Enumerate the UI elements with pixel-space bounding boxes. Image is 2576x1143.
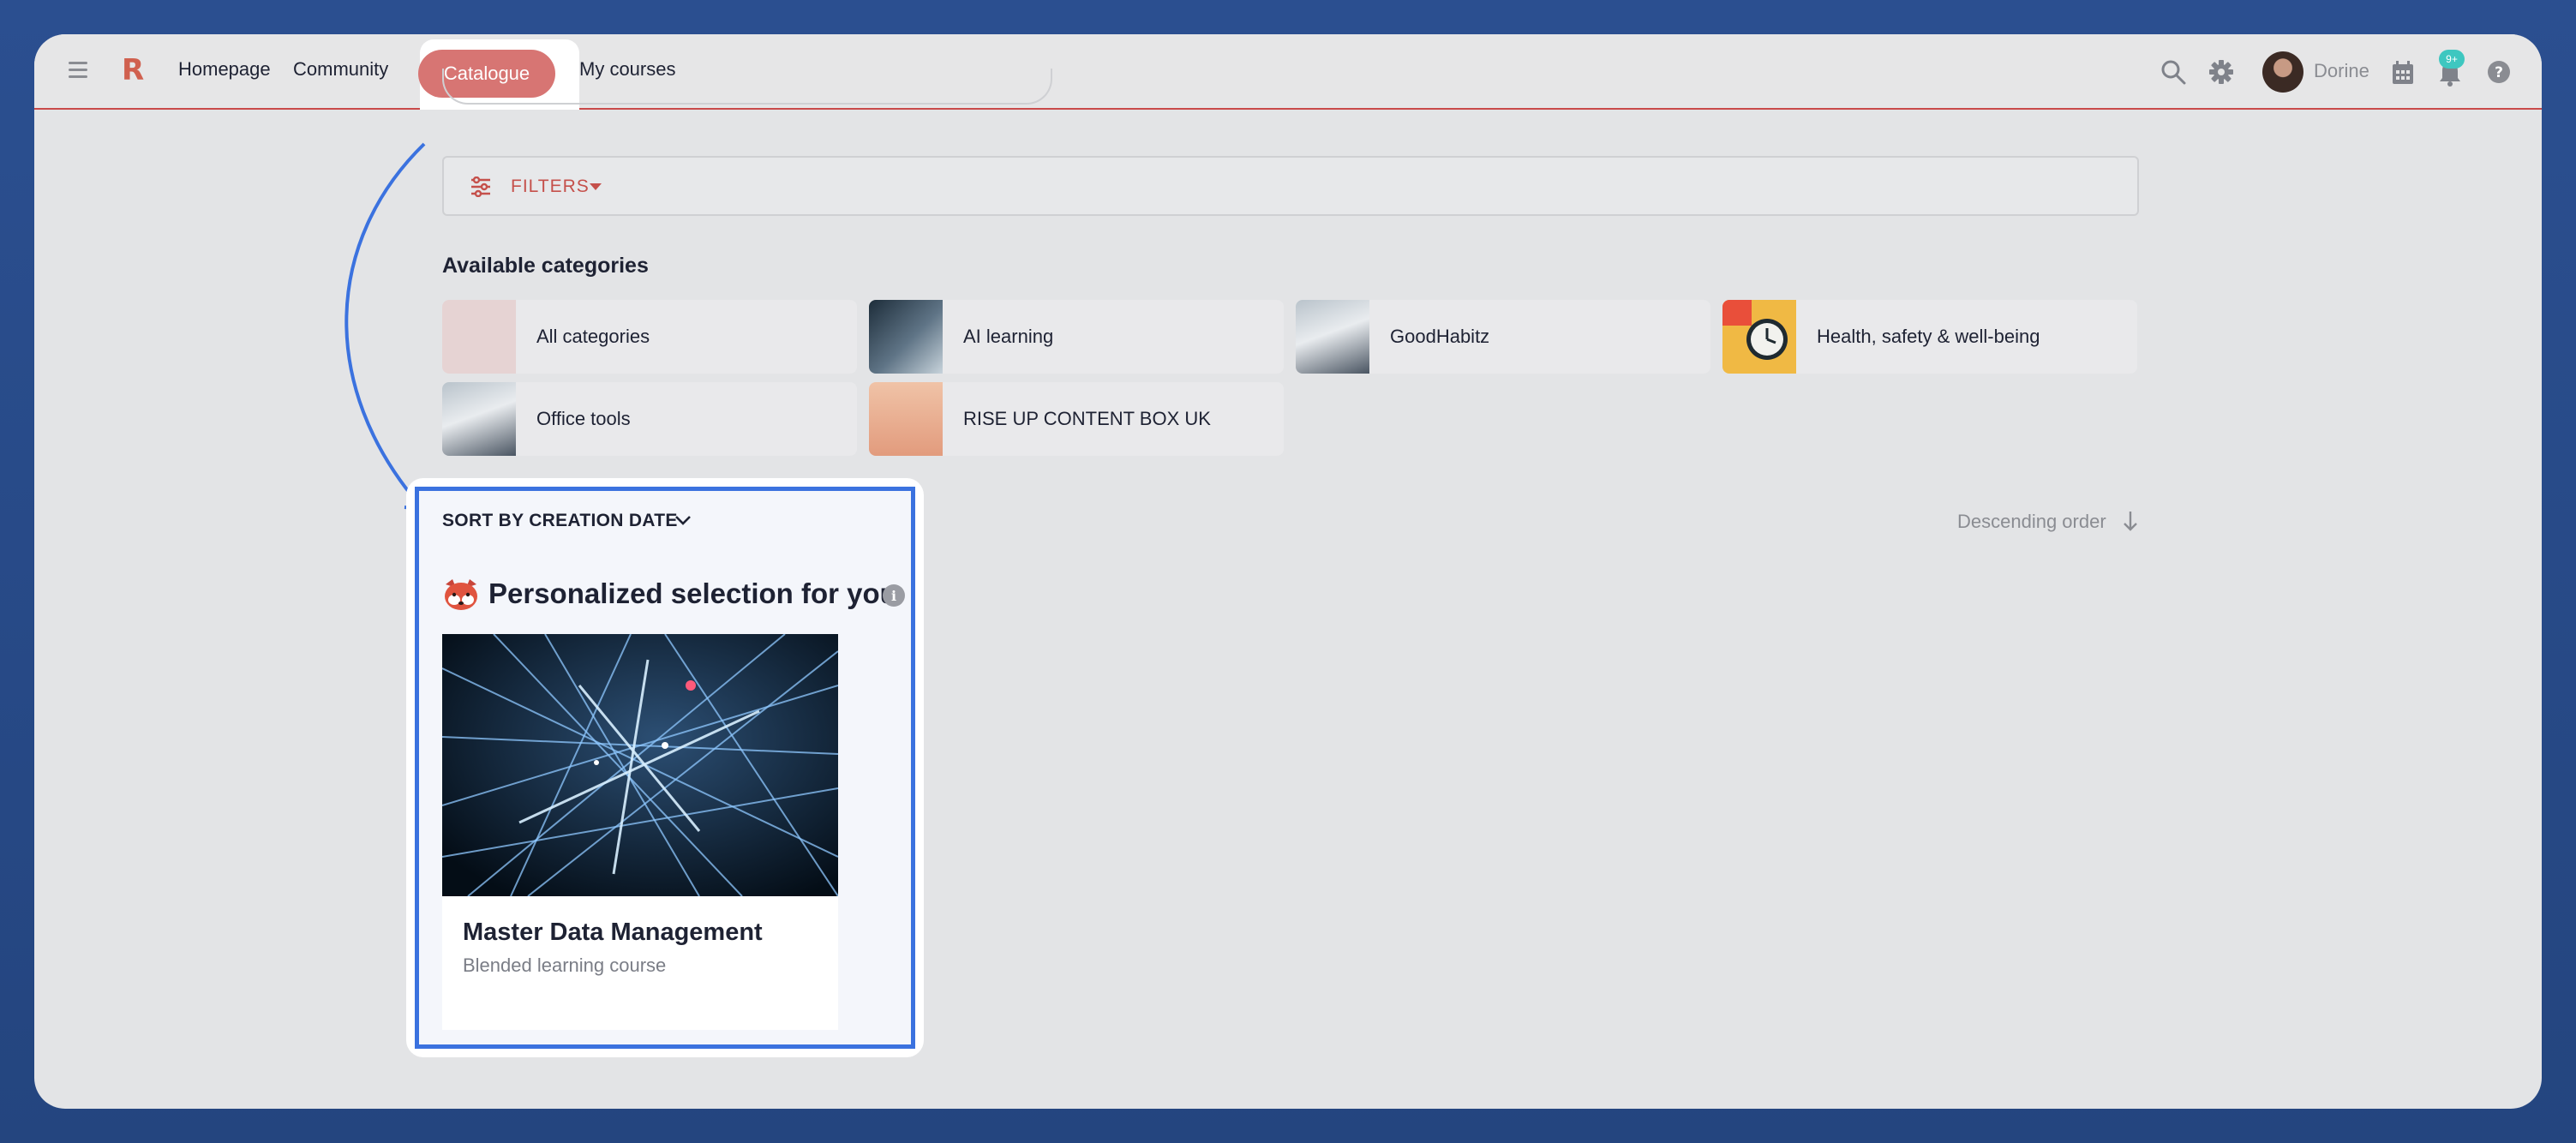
filters-bar[interactable]: FILTERS bbox=[442, 156, 2139, 216]
category-thumbnail bbox=[442, 300, 516, 374]
menu-icon[interactable] bbox=[69, 62, 87, 81]
notification-badge: 9+ bbox=[2439, 50, 2465, 69]
course-type: Blended learning course bbox=[463, 954, 667, 976]
category-label: GoodHabitz bbox=[1390, 326, 1490, 347]
category-label: Office tools bbox=[536, 408, 631, 429]
category-goodhabitz[interactable]: GoodHabitz bbox=[1296, 300, 1710, 374]
filters-label: FILTERS bbox=[511, 177, 590, 196]
arrow-down-icon[interactable] bbox=[2122, 509, 2139, 533]
nav-community[interactable]: Community bbox=[293, 58, 388, 81]
category-health-safety[interactable]: Health, safety & well-being bbox=[1722, 300, 2137, 374]
help-icon[interactable]: ? bbox=[2487, 60, 2511, 84]
category-thumbnail bbox=[442, 382, 516, 456]
category-office-tools[interactable]: Office tools bbox=[442, 382, 857, 456]
category-thumbnail bbox=[869, 382, 943, 456]
category-thumbnail bbox=[1296, 300, 1369, 374]
sort-by-dropdown[interactable]: SORT BY CREATION DATE bbox=[442, 511, 678, 531]
filter-sliders-icon bbox=[471, 177, 490, 197]
annotation-arrow bbox=[344, 142, 426, 511]
category-ai-learning[interactable]: AI learning bbox=[869, 300, 1284, 374]
category-label: All categories bbox=[536, 326, 650, 347]
app-window: R Homepage Community Catalogue My course… bbox=[34, 34, 2542, 1109]
category-label: RISE UP CONTENT BOX UK bbox=[963, 408, 1211, 429]
search-field[interactable] bbox=[442, 69, 1052, 105]
nav-homepage[interactable]: Homepage bbox=[178, 58, 271, 81]
course-title: Master Data Management bbox=[463, 919, 763, 946]
course-thumbnail bbox=[442, 634, 838, 896]
personalized-selection-title: Personalized selection for you bbox=[488, 577, 897, 609]
info-icon[interactable]: i bbox=[883, 584, 905, 607]
app-logo[interactable]: R bbox=[122, 53, 144, 87]
category-label: Health, safety & well-being bbox=[1817, 326, 2040, 347]
course-card[interactable]: Master Data Management Blended learning … bbox=[442, 634, 838, 1030]
category-thumbnail bbox=[1722, 300, 1796, 374]
sort-order-toggle[interactable]: Descending order bbox=[1957, 511, 2106, 533]
data-lines-image bbox=[442, 634, 838, 896]
categories-title: Available categories bbox=[442, 254, 649, 278]
calendar-icon[interactable] bbox=[2391, 60, 2415, 86]
category-label: AI learning bbox=[963, 326, 1054, 347]
category-rise-up-content-box[interactable]: RISE UP CONTENT BOX UK bbox=[869, 382, 1284, 456]
user-name[interactable]: Dorine bbox=[2314, 60, 2369, 82]
caret-down-icon bbox=[590, 183, 602, 190]
top-navigation-bar: R Homepage Community Catalogue My course… bbox=[34, 34, 2542, 110]
category-thumbnail bbox=[869, 300, 943, 374]
search-icon[interactable] bbox=[2160, 58, 2187, 86]
avatar[interactable] bbox=[2262, 51, 2303, 93]
red-panda-icon bbox=[445, 579, 477, 610]
category-all[interactable]: All categories bbox=[442, 300, 857, 374]
alarm-clock-icon bbox=[1722, 300, 1788, 360]
svg-text:?: ? bbox=[2495, 64, 2503, 81]
gear-icon[interactable] bbox=[2208, 58, 2235, 86]
chevron-down-icon[interactable] bbox=[674, 511, 692, 530]
